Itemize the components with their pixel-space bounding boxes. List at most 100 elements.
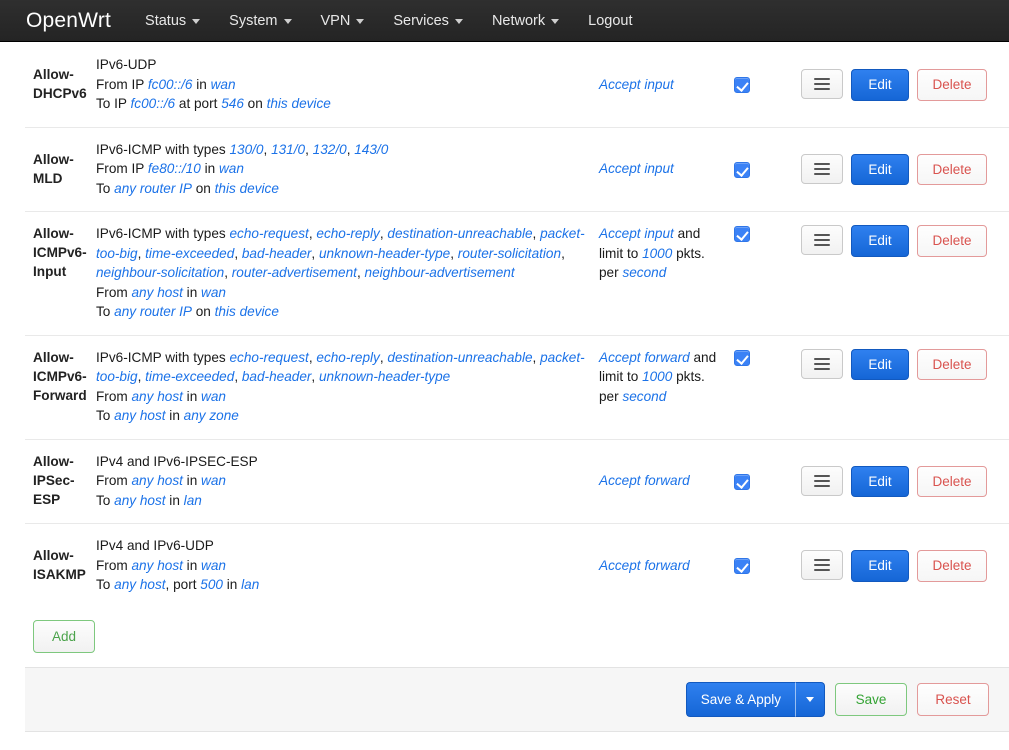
rule-value-link[interactable]: 132/0 — [313, 142, 347, 157]
nav-item-network[interactable]: Network — [492, 9, 560, 33]
rule-value-link[interactable]: 1000 — [642, 369, 672, 384]
rule-value-link[interactable]: Accept input — [599, 77, 674, 92]
rule-value-link[interactable]: echo-request — [229, 350, 308, 365]
add-button[interactable]: Add — [33, 619, 95, 653]
rule-value-link[interactable]: time-exceeded — [145, 246, 234, 261]
rule-value-link[interactable]: neighbour-solicitation — [96, 265, 224, 280]
edit-button[interactable]: Edit — [851, 225, 909, 257]
rule-value-link[interactable]: 546 — [221, 96, 244, 111]
add-rule-area: Add — [0, 607, 1009, 667]
rule-value-link[interactable]: destination-unreachable — [387, 226, 532, 241]
nav-item-services[interactable]: Services — [393, 9, 463, 33]
brand-logo[interactable]: OpenWrt — [26, 9, 111, 33]
rule-action: Accept forward — [599, 556, 734, 576]
rule-value-link[interactable]: second — [622, 265, 666, 280]
rule-enable-checkbox[interactable] — [734, 558, 750, 575]
rule-value-link[interactable]: any host — [132, 558, 183, 573]
drag-handle-icon[interactable] — [801, 348, 843, 379]
rule-value-link[interactable]: neighbour-advertisement — [365, 265, 515, 280]
rule-value-link[interactable]: echo-reply — [316, 226, 379, 241]
rule-text: , — [234, 369, 242, 384]
rule-value-link[interactable]: wan — [211, 77, 236, 92]
rule-value-link[interactable]: any host — [114, 408, 165, 423]
rule-value-link[interactable]: any router IP — [114, 304, 192, 319]
rule-enable-checkbox[interactable] — [734, 226, 750, 242]
rule-value-link[interactable]: any host — [132, 473, 183, 488]
rule-value-link[interactable]: second — [622, 389, 666, 404]
rule-value-link[interactable]: fe80::/10 — [148, 161, 201, 176]
drag-handle-icon[interactable] — [801, 225, 843, 255]
rule-value-link[interactable]: echo-reply — [316, 350, 379, 365]
delete-button[interactable]: Delete — [917, 348, 987, 380]
rule-value-link[interactable]: any router IP — [114, 181, 192, 196]
delete-button[interactable]: Delete — [917, 69, 987, 101]
nav-item-logout[interactable]: Logout — [588, 9, 632, 33]
rule-enable-checkbox[interactable] — [734, 473, 750, 490]
edit-button[interactable]: Edit — [851, 153, 909, 185]
nav-item-vpn[interactable]: VPN — [321, 9, 365, 33]
edit-button[interactable]: Edit — [851, 465, 909, 497]
rule-value-link[interactable]: Accept forward — [599, 558, 690, 573]
rule-value-link[interactable]: destination-unreachable — [387, 350, 532, 365]
rule-value-link[interactable]: time-exceeded — [145, 369, 234, 384]
delete-button[interactable]: Delete — [917, 550, 987, 582]
edit-button[interactable]: Edit — [851, 348, 909, 380]
drag-handle-icon[interactable] — [801, 153, 843, 184]
edit-button[interactable]: Edit — [851, 69, 909, 101]
rule-value-link[interactable]: any host — [114, 493, 165, 508]
rule-match-line: From IP fe80::/10 in wan — [96, 159, 589, 179]
rule-value-link[interactable]: Accept input — [599, 226, 674, 241]
rule-value-link[interactable]: lan — [184, 493, 202, 508]
rule-value-link[interactable]: 130/0 — [229, 142, 263, 157]
rule-value-link[interactable]: any host — [132, 285, 183, 300]
rule-value-link[interactable]: wan — [201, 558, 226, 573]
rule-value-link[interactable]: unknown-header-type — [319, 369, 450, 384]
rule-value-link[interactable]: 131/0 — [271, 142, 305, 157]
save-apply-dropdown-button[interactable] — [795, 682, 825, 717]
rule-value-link[interactable]: this device — [267, 96, 331, 111]
rule-text: at port — [175, 96, 222, 111]
rule-value-link[interactable]: router-advertisement — [232, 265, 357, 280]
rule-match: IPv6-ICMP with types echo-request, echo-… — [96, 348, 599, 426]
rule-value-link[interactable]: fc00::/6 — [148, 77, 193, 92]
drag-handle-icon[interactable] — [801, 465, 843, 496]
nav-item-system[interactable]: System — [229, 9, 292, 33]
rule-value-link[interactable]: fc00::/6 — [131, 96, 176, 111]
rule-enable-checkbox[interactable] — [734, 161, 750, 178]
rule-value-link[interactable]: any zone — [184, 408, 239, 423]
rule-value-link[interactable]: bad-header — [242, 369, 312, 384]
traffic-rules-table: Allow-DHCPv6 IPv6-UDP From IP fc00::/6 in … — [0, 42, 1009, 608]
rule-value-link[interactable]: this device — [215, 181, 279, 196]
drag-handle-icon[interactable] — [801, 550, 843, 580]
rule-enable-checkbox[interactable] — [734, 77, 750, 94]
edit-button[interactable]: Edit — [851, 550, 909, 582]
rule-value-link[interactable]: echo-request — [229, 226, 308, 241]
rule-value-link[interactable]: wan — [201, 389, 226, 404]
rule-value-link[interactable]: Accept forward — [599, 473, 690, 488]
save-button[interactable]: Save — [835, 682, 907, 717]
rule-value-link[interactable]: Accept input — [599, 161, 674, 176]
delete-button[interactable]: Delete — [917, 465, 987, 497]
rule-value-link[interactable]: wan — [219, 161, 244, 176]
rule-text: , — [137, 245, 146, 261]
drag-handle-icon[interactable] — [801, 69, 843, 99]
rule-value-link[interactable]: router-solicitation — [458, 246, 561, 261]
rule-value-link[interactable]: lan — [241, 577, 259, 592]
rule-value-link[interactable]: 1000 — [642, 246, 672, 261]
rule-value-link[interactable]: unknown-header-type — [319, 246, 450, 261]
rule-value-link[interactable]: wan — [201, 285, 226, 300]
rule-value-link[interactable]: any host — [114, 577, 165, 592]
save-and-apply-button[interactable]: Save & Apply — [685, 682, 795, 717]
delete-button[interactable]: Delete — [917, 225, 987, 257]
delete-button[interactable]: Delete — [917, 153, 987, 185]
rule-enable-checkbox[interactable] — [734, 349, 750, 366]
rule-value-link[interactable]: 500 — [200, 577, 223, 592]
rule-value-link[interactable]: this device — [215, 304, 279, 319]
nav-item-status[interactable]: Status — [145, 9, 201, 33]
rule-value-link[interactable]: any host — [132, 389, 183, 404]
rule-value-link[interactable]: wan — [201, 473, 226, 488]
rule-value-link[interactable]: bad-header — [242, 246, 312, 261]
rule-value-link[interactable]: 143/0 — [354, 142, 388, 157]
reset-button[interactable]: Reset — [917, 682, 989, 717]
rule-value-link[interactable]: Accept forward — [599, 350, 690, 365]
